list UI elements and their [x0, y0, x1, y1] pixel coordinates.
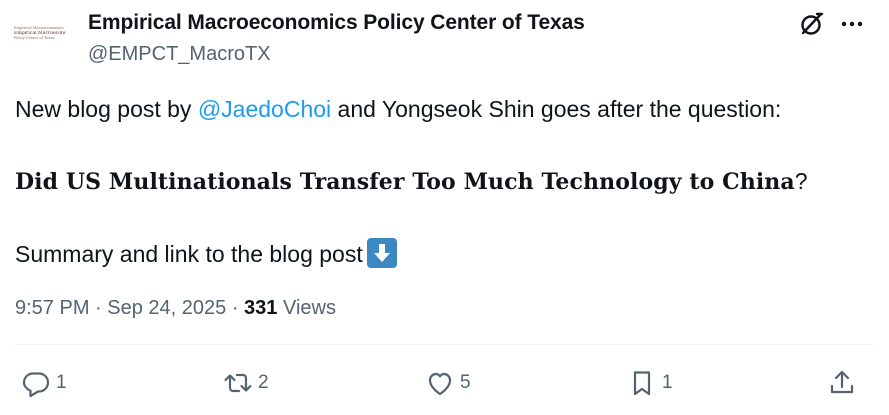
grok-icon[interactable]: [796, 8, 828, 40]
bookmark-icon: [626, 367, 658, 399]
share-button[interactable]: [826, 367, 858, 399]
separator: ·: [89, 297, 108, 319]
reply-icon: [20, 367, 52, 399]
views-count: 331: [244, 297, 278, 319]
like-icon: [424, 367, 456, 399]
display-name[interactable]: Empirical Macroeconomics Policy Center o…: [88, 11, 585, 35]
repost-count: 2: [258, 372, 269, 393]
headline-text: Did US Multinationals Transfer Too Much …: [15, 169, 795, 195]
reply-button[interactable]: 1: [20, 367, 67, 399]
share-icon: [826, 367, 858, 399]
separator: ·: [226, 297, 245, 319]
post-text: New blog post by: [15, 96, 198, 122]
like-count: 5: [460, 372, 471, 393]
views-label: Views: [277, 297, 336, 319]
headline-punctuation: ?: [794, 168, 808, 194]
post-meta: 9:57 PM · Sep 24, 2025 · 331 Views: [15, 297, 336, 320]
repost-icon: [222, 367, 254, 399]
like-button[interactable]: 5: [424, 367, 471, 399]
post-time[interactable]: 9:57 PM: [15, 297, 89, 319]
post-date[interactable]: Sep 24, 2025: [107, 297, 226, 319]
more-icon[interactable]: [836, 8, 868, 40]
tweet: Empirical Macroeconomics Empirical Macro…: [0, 0, 889, 415]
divider: [15, 344, 874, 345]
logo-line: Policy Center of Texas: [14, 35, 55, 40]
bookmark-button[interactable]: 1: [626, 367, 673, 399]
avatar[interactable]: Empirical Macroeconomics Empirical Macro…: [14, 22, 66, 44]
post-text-line: New blog post by @JaedoChoi and Yongseok…: [15, 96, 781, 123]
post-text-line: Summary and link to the blog post: [15, 238, 397, 268]
post-text: and Yongseok Shin goes after the questio…: [331, 96, 782, 122]
bookmark-count: 1: [662, 372, 673, 393]
mention-link[interactable]: @JaedoChoi: [198, 96, 331, 122]
reply-count: 1: [56, 372, 67, 393]
post-text: Summary and link to the blog post: [15, 241, 363, 267]
user-handle[interactable]: @EMPCT_MacroTX: [88, 43, 271, 66]
repost-button[interactable]: 2: [222, 367, 269, 399]
down-arrow-emoji-icon: [366, 238, 397, 268]
post-headline: Did US Multinationals Transfer Too Much …: [15, 168, 808, 195]
